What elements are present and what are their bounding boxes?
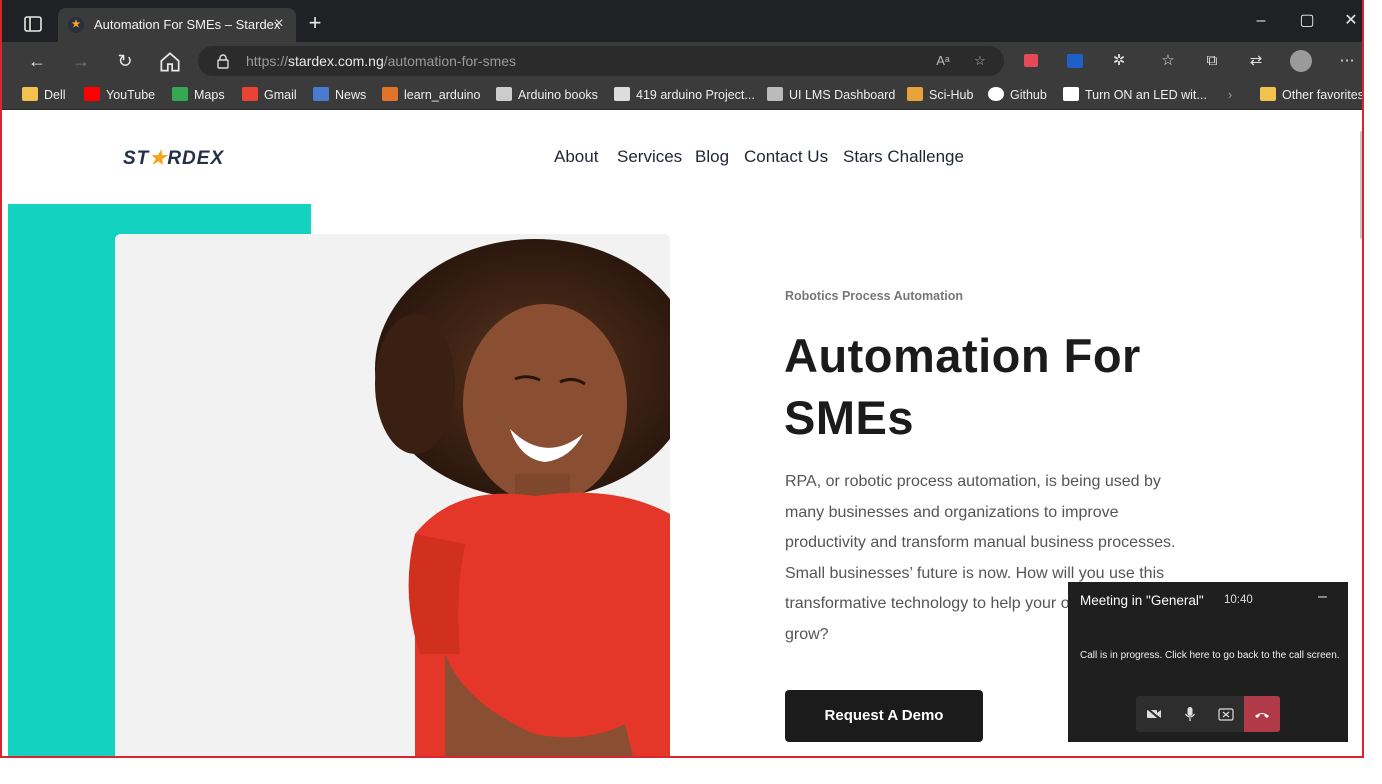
tab-close-icon[interactable]: × [270, 15, 288, 33]
hang-up-icon[interactable] [1244, 696, 1280, 732]
nav-services[interactable]: Services [617, 147, 682, 167]
bookmark-ui-lms[interactable]: UI LMS Dashboard [767, 85, 895, 105]
lms-icon [767, 87, 783, 101]
meeting-title: Meeting in "General" [1080, 593, 1204, 608]
gmail-icon [242, 87, 258, 101]
sci-hub-icon [907, 87, 923, 101]
more-options-icon[interactable]: ⋯ [1336, 50, 1358, 72]
address-bar[interactable]: https://stardex.com.ng/automation-for-sm… [198, 46, 1004, 76]
back-icon[interactable]: ← [24, 48, 50, 74]
meeting-time: 10:40 [1224, 594, 1253, 606]
logo-star-icon: ★ [149, 148, 168, 169]
nav-blog[interactable]: Blog [695, 147, 729, 167]
maps-icon [172, 87, 188, 101]
address-toolbar: ← → ↻ https://stardex.com.ng/automation-… [2, 42, 1362, 80]
learn-arduino-icon [382, 87, 398, 101]
desktop-bottom-edge [0, 758, 1382, 784]
forward-icon[interactable]: → [68, 48, 94, 74]
add-favorite-icon[interactable]: ☆ [970, 51, 990, 71]
bookmark-gmail[interactable]: Gmail [242, 85, 297, 105]
collections-icon[interactable]: ⧉ [1201, 50, 1223, 72]
hero-photo [115, 234, 670, 756]
folder-icon [1260, 87, 1276, 101]
nav-stars-challenge[interactable]: Stars Challenge [843, 147, 964, 167]
teams-meeting-popup[interactable]: Meeting in "General" 10:40 – Call is in … [1068, 582, 1348, 742]
extension-blue-icon[interactable] [1064, 50, 1086, 72]
call-status-text[interactable]: Call is in progress. Click here to go ba… [1080, 650, 1340, 661]
nav-contact-us[interactable]: Contact Us [744, 147, 828, 167]
extensions-icon[interactable]: ✲ [1108, 50, 1130, 72]
home-icon[interactable] [157, 49, 183, 75]
profile-avatar-icon[interactable] [1290, 50, 1312, 72]
bookmark-youtube[interactable]: YouTube [84, 85, 155, 105]
minimize-icon[interactable]: – [1246, 8, 1276, 34]
bookmark-turn-on-led[interactable]: Turn ON an LED wit... [1063, 85, 1207, 105]
bookmark-dell[interactable]: Dell [22, 85, 66, 105]
github-icon [988, 87, 1004, 101]
url-text[interactable]: https://stardex.com.ng/automation-for-sm… [246, 53, 516, 69]
bookmark-sci-hub[interactable]: Sci-Hub [907, 85, 973, 105]
read-aloud-icon[interactable]: Aᵃ [933, 51, 953, 71]
maximize-icon[interactable]: ▢ [1292, 8, 1322, 34]
bookmark-news[interactable]: News [313, 85, 366, 105]
window-close-icon[interactable]: ✕ [1336, 8, 1362, 34]
news-icon [313, 87, 329, 101]
favorites-bar: Dell YouTube Maps Gmail News learn_ardui… [2, 80, 1362, 110]
call-controls [1136, 696, 1280, 732]
microphone-icon[interactable] [1172, 696, 1208, 732]
es-icon [1063, 87, 1079, 101]
stop-sharing-icon[interactable] [1208, 696, 1244, 732]
youtube-icon [84, 87, 100, 101]
request-demo-button[interactable]: Request A Demo [785, 690, 983, 742]
title-bar: ★ Automation For SMEs – Stardex × + – ▢ … [2, 0, 1362, 42]
bookmarks-overflow-icon[interactable]: › [1228, 85, 1232, 105]
eyebrow-label: Robotics Process Automation [785, 289, 964, 303]
folder-icon [22, 87, 38, 101]
page-title: Automation For SMEs [784, 329, 1141, 444]
new-tab-button[interactable]: + [304, 12, 326, 34]
tab-actions-icon[interactable] [22, 13, 44, 35]
smiling-woman-image [115, 234, 670, 756]
stardex-logo[interactable]: ST★RDEX [123, 147, 224, 170]
lock-icon[interactable] [216, 53, 230, 69]
camera-off-icon[interactable] [1136, 696, 1172, 732]
active-tab[interactable]: ★ Automation For SMEs – Stardex × [58, 8, 296, 42]
instructables-icon [614, 87, 630, 101]
share-icon[interactable]: ⇄ [1245, 50, 1267, 72]
bookmark-learn-arduino[interactable]: learn_arduino [382, 85, 480, 105]
pocket-extension-icon[interactable] [1020, 50, 1042, 72]
tab-title: Automation For SMEs – Stardex [94, 17, 281, 32]
refresh-icon[interactable]: ↻ [112, 48, 138, 74]
bookmark-maps[interactable]: Maps [172, 85, 225, 105]
nav-about[interactable]: About [554, 147, 598, 167]
bookmark-other-favorites[interactable]: Other favorites [1260, 85, 1362, 105]
bookmark-419-arduino[interactable]: 419 arduino Project... [614, 85, 755, 105]
bookmark-arduino-books[interactable]: Arduino books [496, 85, 598, 105]
stardex-favicon-icon: ★ [68, 17, 84, 33]
bookmark-github[interactable]: Github [988, 85, 1047, 105]
arduino-books-icon [496, 87, 512, 101]
popup-minimize-icon[interactable]: – [1318, 588, 1327, 606]
page-scrollbar[interactable] [1360, 131, 1362, 239]
favorites-icon[interactable]: ☆ [1157, 50, 1179, 72]
desktop-edge [1364, 0, 1382, 784]
